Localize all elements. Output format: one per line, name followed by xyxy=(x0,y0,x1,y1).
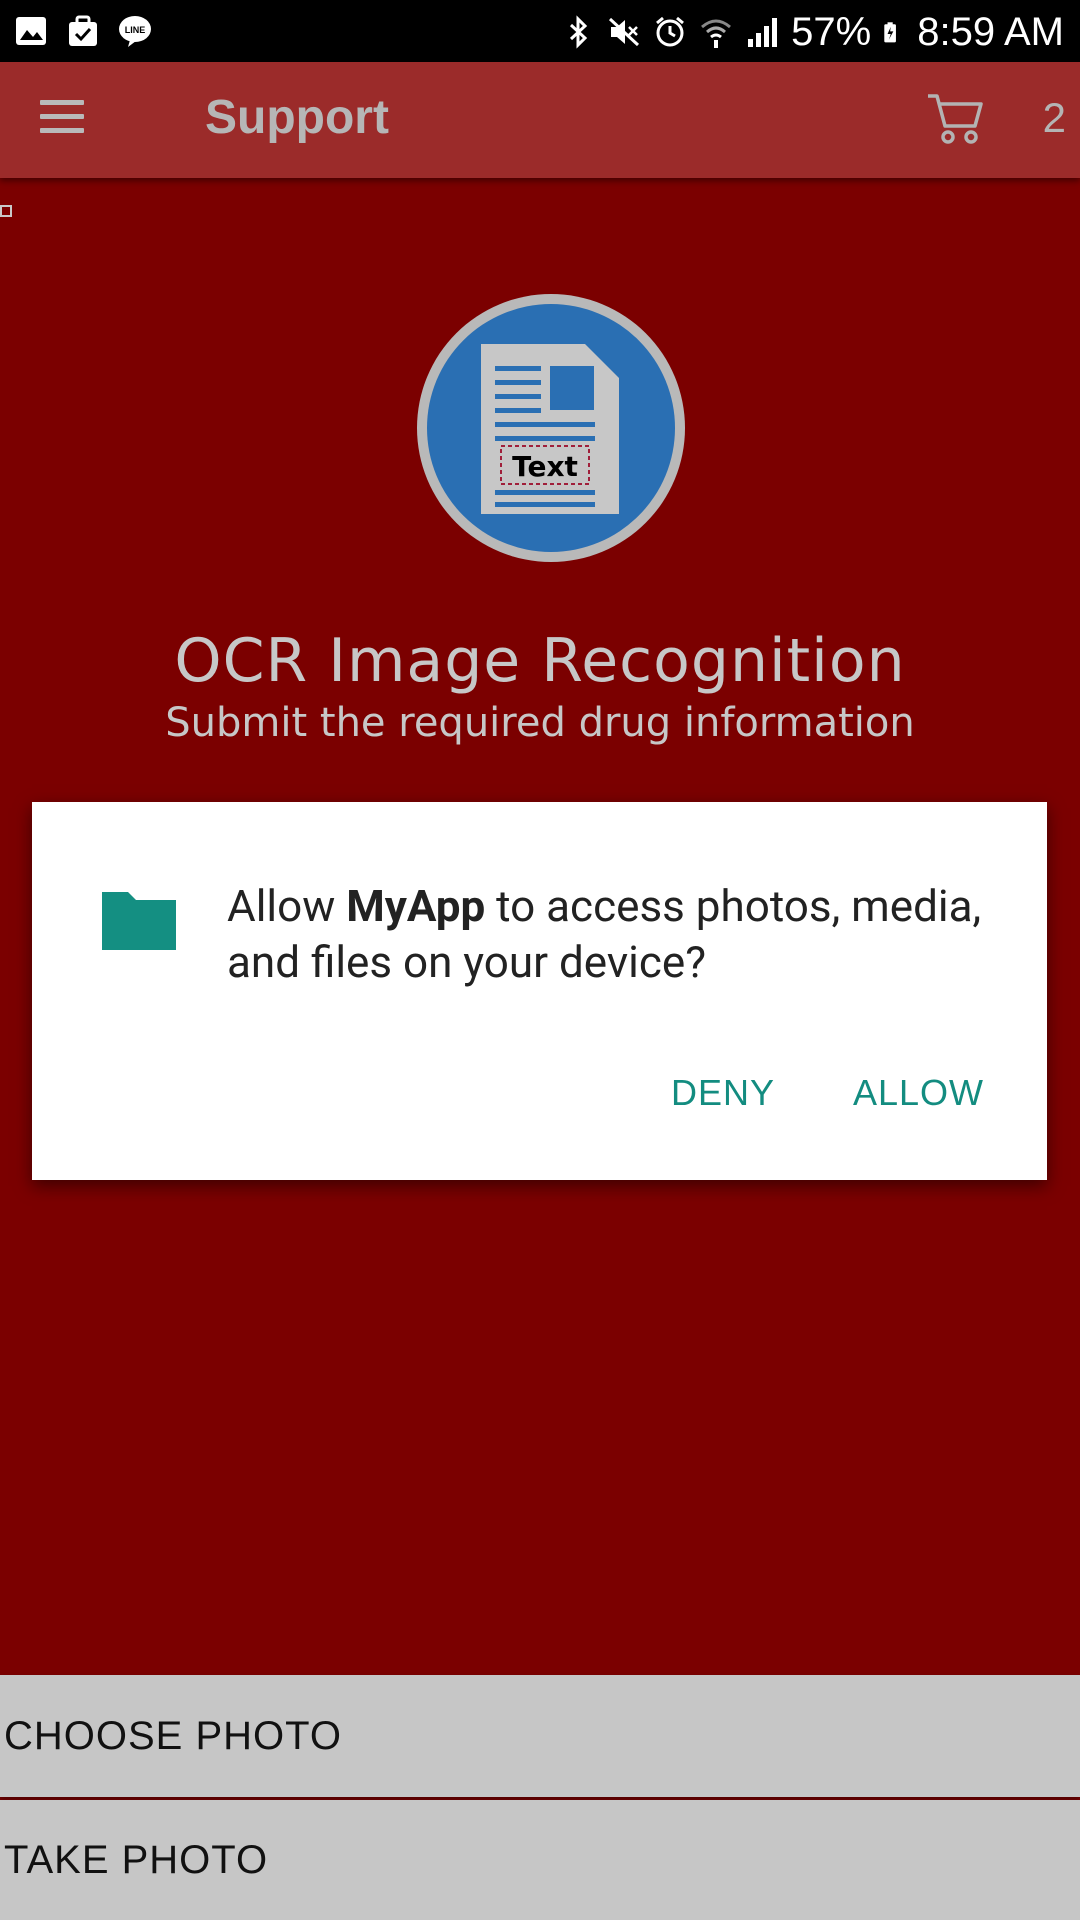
allow-button[interactable]: ALLOW xyxy=(853,1072,984,1114)
folder-icon xyxy=(102,892,176,950)
app-bar: Support 2 xyxy=(0,62,1080,178)
menu-icon[interactable] xyxy=(40,100,84,140)
deny-button[interactable]: DENY xyxy=(671,1072,775,1114)
svg-text:LINE: LINE xyxy=(125,25,146,35)
app-name: MyApp xyxy=(346,880,486,932)
status-bar: LINE 57% 8:59 AM xyxy=(0,0,1080,62)
ocr-document-logo: Text xyxy=(417,294,685,562)
take-photo-button[interactable]: TAKE PHOTO xyxy=(0,1800,1080,1920)
ocr-logo-text: Text xyxy=(512,450,578,483)
message-prefix: Allow xyxy=(227,880,347,932)
page-title: Support xyxy=(205,91,389,144)
alarm-icon xyxy=(656,16,685,47)
signal-icon xyxy=(748,18,778,47)
line-app-icon: LINE xyxy=(119,16,151,47)
status-left-icons: LINE xyxy=(14,14,152,48)
bag-check-icon xyxy=(69,15,97,46)
wifi-icon xyxy=(701,19,732,48)
permission-message: Allow MyApp to access photos, media, and… xyxy=(227,878,987,990)
battery-icon xyxy=(884,22,897,43)
mute-icon xyxy=(609,17,640,47)
hero-subtitle: Submit the required drug information xyxy=(165,700,915,746)
cart-count-badge[interactable]: 2 xyxy=(1043,94,1066,142)
permission-dialog: Allow MyApp to access photos, media, and… xyxy=(32,802,1047,1180)
corner-marker xyxy=(0,205,12,217)
choose-photo-button[interactable]: CHOOSE PHOTO xyxy=(0,1675,1080,1797)
battery-percent: 57% xyxy=(791,10,872,54)
cart-icon[interactable] xyxy=(925,90,985,148)
gallery-icon xyxy=(16,17,46,45)
status-right-icons: 57% 8:59 AM xyxy=(561,8,1064,56)
clock-time: 8:59 AM xyxy=(917,10,1064,54)
bluetooth-icon xyxy=(570,15,588,49)
hero-title: OCR Image Recognition xyxy=(174,626,906,696)
